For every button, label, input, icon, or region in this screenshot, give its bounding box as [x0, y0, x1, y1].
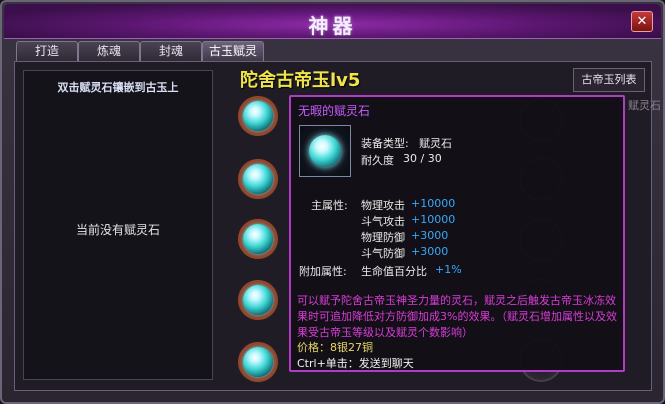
spirit-slot[interactable] — [238, 342, 278, 382]
attr-value: +10000 — [411, 213, 456, 226]
jade-list-button[interactable]: 古帝玉列表 — [573, 68, 645, 92]
spirit-slot[interactable] — [238, 280, 278, 320]
attr-value: +3000 — [411, 245, 449, 258]
attr-name: 斗气防御 — [361, 247, 405, 260]
empty-message: 当前没有赋灵石 — [75, 223, 160, 237]
title-bar[interactable]: 神器 ✕ — [4, 4, 661, 39]
spirit-orb-icon — [243, 285, 273, 315]
spirit-orb-icon — [243, 347, 273, 377]
spirit-orb-icon — [243, 164, 273, 194]
attr-value: +3000 — [411, 229, 449, 242]
tab-ancient-jade[interactable]: 古玉赋灵 — [202, 41, 264, 62]
inlay-hint: 双击赋灵石镶嵌到古玉上 — [57, 81, 179, 94]
attr-name: 物理攻击 — [361, 199, 405, 212]
attr-name: 物理防御 — [361, 231, 405, 244]
tab-refine-soul[interactable]: 炼魂 — [78, 41, 140, 61]
equip-type-label: 装备类型: — [361, 137, 409, 150]
tab-seal-soul[interactable]: 封魂 — [140, 41, 202, 61]
attr-value: +10000 — [411, 197, 456, 210]
spirit-slot[interactable] — [238, 159, 278, 199]
spirit-stone-list[interactable]: 双击赋灵石镶嵌到古玉上 当前没有赋灵石 — [23, 70, 213, 380]
attr-name: 斗气攻击 — [361, 215, 405, 228]
spirit-stone-icon — [309, 135, 341, 167]
durability-value: 30 / 30 — [403, 152, 442, 165]
jade-title: 陀舍古帝玉lv5 — [240, 70, 361, 91]
item-name: 无暇的赋灵石 — [298, 104, 371, 118]
spirit-slot[interactable] — [238, 219, 278, 259]
extra-attr-label: 附加属性: — [299, 265, 347, 278]
close-button[interactable]: ✕ — [631, 11, 653, 32]
item-tooltip: 无暇的赋灵石 装备类型: 赋灵石 耐久度 30 / 30 主属性: 物理攻击 +… — [289, 95, 625, 372]
extra-attr-value: +1% — [435, 263, 462, 276]
item-icon-frame — [299, 125, 351, 177]
spirit-orb-icon — [243, 101, 273, 131]
extra-attr-name: 生命值百分比 — [361, 265, 427, 278]
main-attr-label: 主属性: — [311, 199, 348, 212]
item-price: 价格：8银27铜 — [297, 341, 373, 354]
slot-label: 赋灵石 — [628, 99, 661, 112]
window-title: 神器 — [308, 14, 357, 38]
send-to-chat-hint: Ctrl+单击：发送到聊天 — [297, 357, 414, 370]
spirit-slot[interactable] — [238, 96, 278, 136]
durability-label: 耐久度 — [361, 154, 394, 167]
tab-forge[interactable]: 打造 — [16, 41, 78, 61]
spirit-orb-icon — [243, 224, 273, 254]
item-description: 可以赋予陀舍古帝玉神圣力量的灵石，赋灵之后触发古帝玉冰冻效果时可追加降低对方防御… — [297, 294, 617, 339]
equip-type-value: 赋灵石 — [419, 137, 452, 150]
